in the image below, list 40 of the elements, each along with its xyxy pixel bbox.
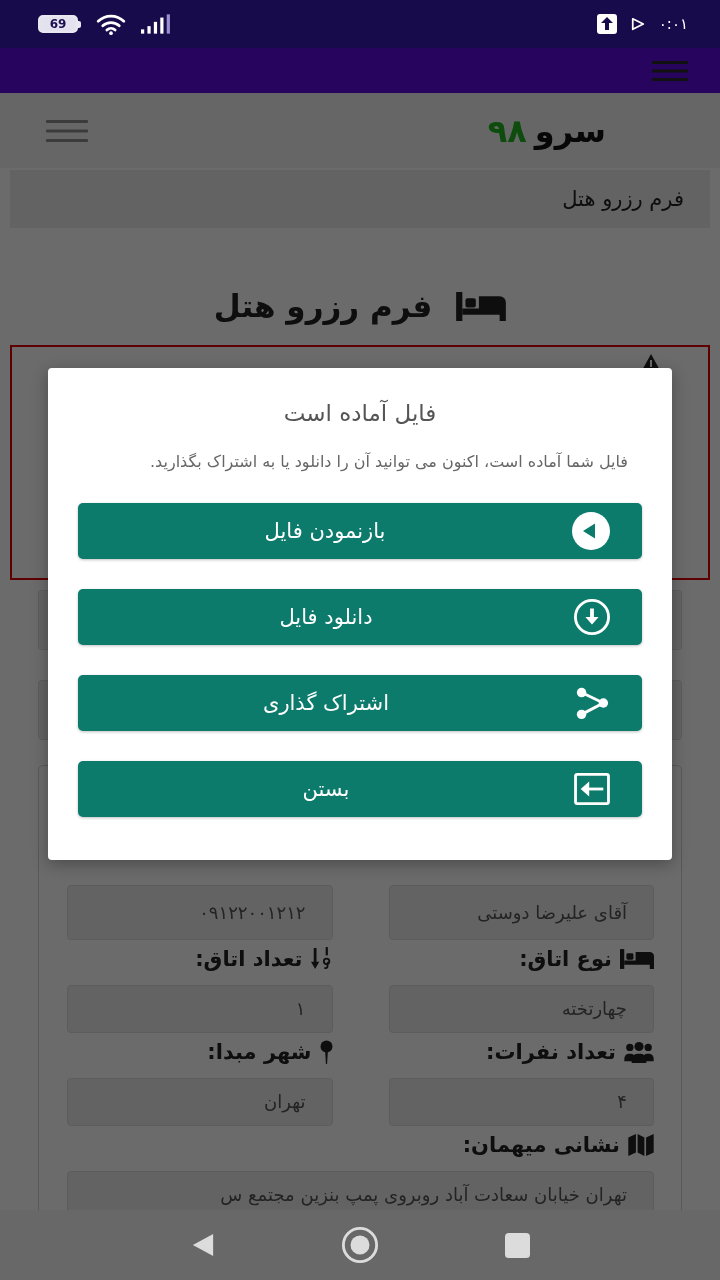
field-label: نوع اتاق: <box>519 946 612 973</box>
status-time: ۰:۰۱ <box>658 14 688 34</box>
signal-icon <box>141 14 171 34</box>
battery-indicator: 69 <box>38 15 81 33</box>
dialog-title: فایل آماده است <box>282 398 438 428</box>
input-field[interactable]: ۱ <box>67 985 333 1033</box>
users-icon <box>624 1041 654 1063</box>
home-icon[interactable] <box>341 1226 379 1264</box>
input-field[interactable]: ۴ <box>388 1078 654 1126</box>
play-icon <box>630 17 645 31</box>
breadcrumb[interactable]: فرم رزرو هتل <box>10 170 710 228</box>
triangle-left-icon <box>572 512 610 550</box>
dialog-message: فایل شما آماده است، اکنون می توانید آن را دانلود یا به اشتراک بگذارید. <box>148 451 629 474</box>
download-icon <box>574 599 610 635</box>
close-button[interactable]: بستن <box>78 761 642 817</box>
field-label: شهر مبدا: <box>207 1039 312 1066</box>
field-label: تعداد اتاق: <box>195 946 303 973</box>
sort-down-icon <box>310 947 333 971</box>
input-field[interactable]: ۰۹۱۲۲۰۰۱۲۱۲ <box>67 885 333 940</box>
map-icon <box>628 1134 654 1156</box>
share-icon <box>574 685 610 721</box>
logo-number: ۹۸ <box>487 110 527 151</box>
bed-icon <box>456 291 507 321</box>
input-field[interactable]: تهران <box>67 1078 333 1126</box>
recents-icon[interactable] <box>504 1232 530 1258</box>
bed-icon <box>620 949 654 969</box>
field-label: تعداد نفرات: <box>486 1039 616 1066</box>
map-pin-icon <box>319 1040 333 1064</box>
wifi-icon <box>95 13 127 35</box>
download-button[interactable]: دانلود فایل <box>78 589 642 645</box>
field-label: نشانی میهمان: <box>462 1132 620 1159</box>
input-field[interactable]: تهران خیابان سعادت آباد روبروی پمپ بنزین مجتمع س <box>67 1171 654 1210</box>
back-icon[interactable] <box>191 1233 215 1257</box>
upload-icon <box>596 14 617 34</box>
input-field[interactable]: آقای علیرضا دوستی <box>388 885 654 940</box>
page-title: فرم رزرو هتل <box>213 287 433 326</box>
share-button[interactable]: اشتراک گذاری <box>78 675 642 731</box>
open-file-button[interactable]: بازنمودن فایل <box>78 503 642 559</box>
logo-text: سرو <box>534 110 606 151</box>
input-field[interactable]: چهارتخته <box>388 985 654 1033</box>
